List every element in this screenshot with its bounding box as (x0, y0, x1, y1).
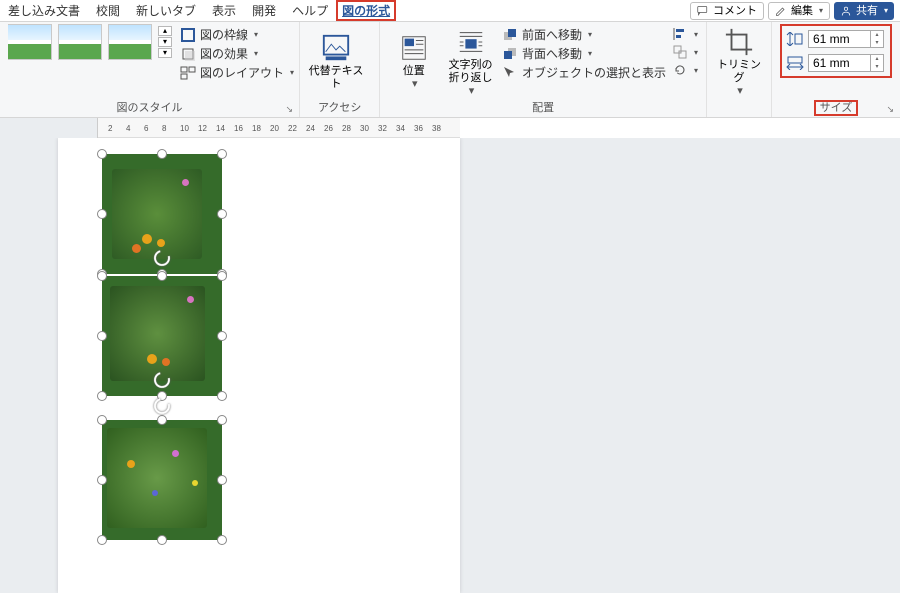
picture-style-gallery[interactable]: ▴ ▾ ▾ (8, 24, 172, 60)
horizontal-ruler[interactable]: 2468101214161820222426283032343638 (98, 118, 460, 138)
styles-group-label: 図のスタイル (117, 102, 183, 114)
width-input[interactable]: 61 mm▴▾ (808, 54, 884, 72)
group-icon (672, 44, 688, 60)
inserted-picture-2[interactable] (102, 276, 222, 396)
bring-forward-button[interactable]: 前面へ移動▾ (502, 26, 666, 43)
position-button[interactable]: 位置▾ (388, 26, 439, 98)
comment-icon (697, 5, 709, 17)
resize-handle[interactable] (97, 415, 107, 425)
group-objects-button[interactable]: ▾ (672, 44, 698, 60)
arrange-group-label: 配置 (388, 99, 698, 117)
resize-handle[interactable] (217, 391, 227, 401)
resize-handle[interactable] (97, 475, 107, 485)
resize-handle[interactable] (217, 535, 227, 545)
width-icon (786, 56, 804, 70)
dialog-launcher-icon[interactable]: ↘ (285, 104, 293, 115)
resize-handle[interactable] (217, 271, 227, 281)
accessibility-group-label: アクセシビ… (308, 99, 371, 117)
resize-handle[interactable] (97, 331, 107, 341)
gallery-down-icon[interactable]: ▾ (158, 37, 172, 47)
align-icon (672, 26, 688, 42)
dialog-launcher-icon[interactable]: ↘ (886, 104, 894, 115)
resize-handle[interactable] (97, 535, 107, 545)
resize-handle[interactable] (217, 415, 227, 425)
send-backward-icon (502, 46, 518, 62)
position-icon (399, 33, 429, 63)
layout-icon (180, 65, 196, 81)
document-canvas[interactable] (0, 138, 900, 593)
resize-handle[interactable] (217, 475, 227, 485)
share-icon (840, 5, 852, 17)
inserted-picture-3[interactable] (102, 420, 222, 540)
page (58, 138, 460, 593)
selection-pane-button[interactable]: オブジェクトの選択と表示 (502, 64, 666, 81)
size-inputs-highlight: 61 mm▴▾ 61 mm▴▾ (780, 24, 892, 78)
resize-handle[interactable] (217, 331, 227, 341)
rotate-icon (672, 62, 688, 78)
resize-handle[interactable] (97, 149, 107, 159)
rotate-button[interactable]: ▾ (672, 62, 698, 78)
gallery-up-icon[interactable]: ▴ (158, 26, 172, 36)
height-icon (786, 32, 804, 46)
resize-handle[interactable] (157, 149, 167, 159)
alt-text-button[interactable]: 代替テキスト (308, 26, 364, 98)
share-button[interactable]: 共有▾ (834, 2, 894, 20)
tab-help[interactable]: ヘルプ (284, 0, 336, 21)
size-group-label: サイズ (814, 100, 859, 116)
inserted-picture-1[interactable] (102, 154, 222, 274)
send-backward-button[interactable]: 背面へ移動▾ (502, 45, 666, 62)
resize-handle[interactable] (217, 149, 227, 159)
edit-mode-button[interactable]: 編集▾ (768, 2, 830, 20)
border-icon (180, 27, 196, 43)
tab-picture-format[interactable]: 図の形式 (336, 0, 396, 21)
resize-handle[interactable] (157, 415, 167, 425)
bring-forward-icon (502, 27, 518, 43)
crop-icon (724, 27, 754, 57)
ribbon: ▴ ▾ ▾ 図の枠線▾ 図の効果▾ (0, 22, 900, 118)
tab-new[interactable]: 新しいタブ (128, 0, 204, 21)
align-button[interactable]: ▾ (672, 26, 698, 42)
rotate-handle-icon[interactable] (151, 395, 173, 417)
resize-handle[interactable] (217, 209, 227, 219)
picture-effects-button[interactable]: 図の効果▾ (180, 45, 294, 62)
resize-handle[interactable] (97, 391, 107, 401)
resize-handle[interactable] (157, 271, 167, 281)
tab-view[interactable]: 表示 (204, 0, 244, 21)
selection-pane-icon (502, 65, 518, 81)
gallery-more-icon[interactable]: ▾ (158, 48, 172, 58)
tab-developer[interactable]: 開発 (244, 0, 284, 21)
picture-layout-button[interactable]: 図のレイアウト▾ (180, 64, 294, 81)
comments-button[interactable]: コメント (690, 2, 764, 20)
effects-icon (180, 46, 196, 62)
pencil-icon (775, 5, 787, 17)
height-input[interactable]: 61 mm▴▾ (808, 30, 884, 48)
resize-handle[interactable] (157, 535, 167, 545)
alt-text-icon (321, 33, 351, 63)
tab-review[interactable]: 校閲 (88, 0, 128, 21)
picture-border-button[interactable]: 図の枠線▾ (180, 26, 294, 43)
crop-button[interactable]: トリミング▾ (715, 26, 763, 98)
wrap-icon (456, 27, 486, 57)
text-wrap-button[interactable]: 文字列の折り返し▾ (445, 26, 496, 98)
resize-handle[interactable] (97, 209, 107, 219)
tab-mail-merge[interactable]: 差し込み文書 (0, 0, 88, 21)
resize-handle[interactable] (97, 271, 107, 281)
